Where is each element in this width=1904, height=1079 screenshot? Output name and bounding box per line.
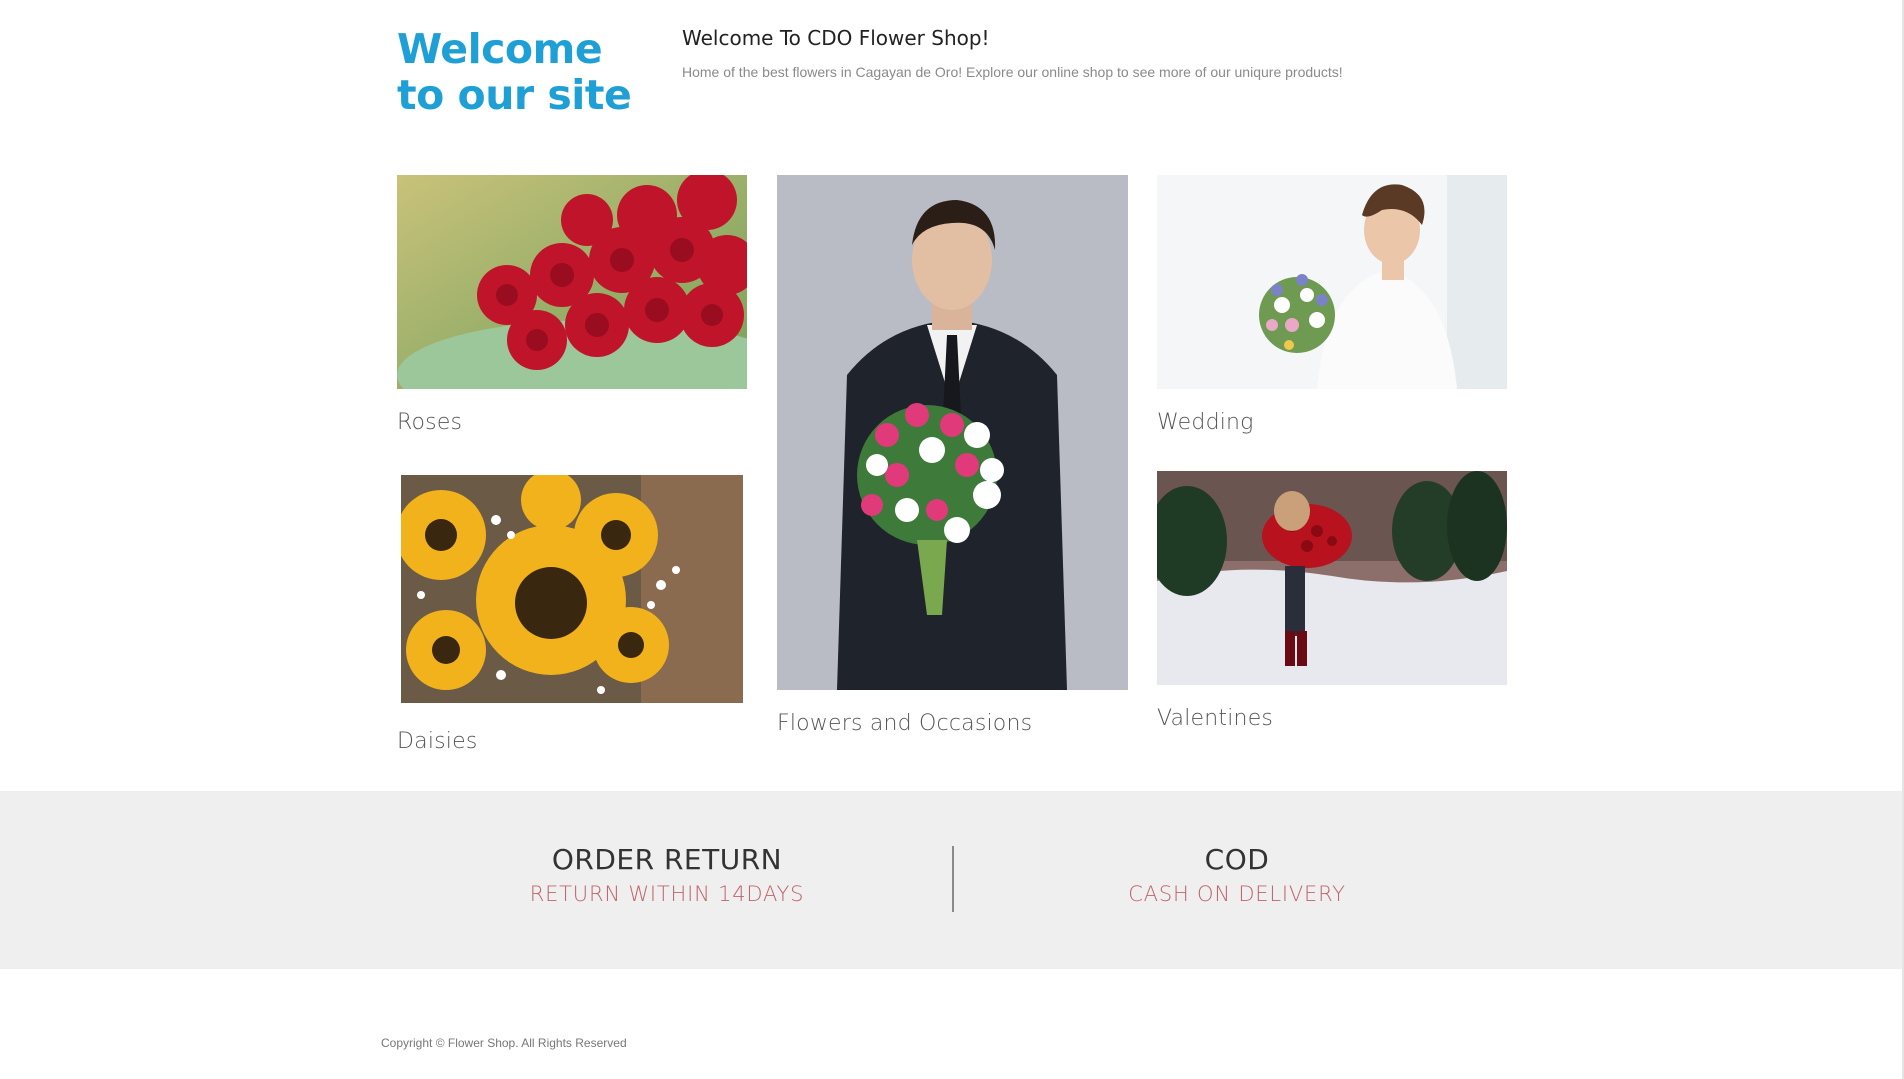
shop-title: Welcome To CDO Flower Shop! [682, 26, 990, 50]
welcome-heading: Welcome to our site [397, 25, 632, 119]
wedding-image[interactable] [1157, 175, 1507, 389]
valentines-label[interactable]: Valentines [1157, 706, 1273, 731]
order-return-title: ORDER RETURN [551, 843, 783, 876]
occasions-label[interactable]: Flowers and Occasions [777, 711, 1032, 736]
cod-subtitle: CASH ON DELIVERY [1128, 882, 1346, 906]
order-return-feature: ORDER RETURN RETURN WITHIN 14DAYS [467, 843, 867, 906]
cod-title: COD [1204, 843, 1270, 876]
cod-feature: COD CASH ON DELIVERY [1037, 843, 1437, 906]
wedding-label[interactable]: Wedding [1157, 410, 1254, 435]
daisies-image[interactable] [401, 475, 743, 703]
feature-divider [952, 846, 954, 912]
daisies-label[interactable]: Daisies [397, 729, 478, 754]
features-band: ORDER RETURN RETURN WITHIN 14DAYS COD CA… [0, 791, 1904, 969]
order-return-subtitle: RETURN WITHIN 14DAYS [529, 882, 805, 906]
copyright-text: Copyright © Flower Shop. All Rights Rese… [381, 1036, 627, 1050]
page: Welcome to our site Welcome To CDO Flowe… [0, 0, 1904, 1079]
roses-image[interactable] [397, 175, 747, 389]
valentines-image[interactable] [1157, 471, 1507, 685]
shop-description: Home of the best flowers in Cagayan de O… [682, 64, 1343, 80]
roses-label[interactable]: Roses [397, 410, 462, 435]
occasions-image[interactable] [777, 175, 1128, 690]
